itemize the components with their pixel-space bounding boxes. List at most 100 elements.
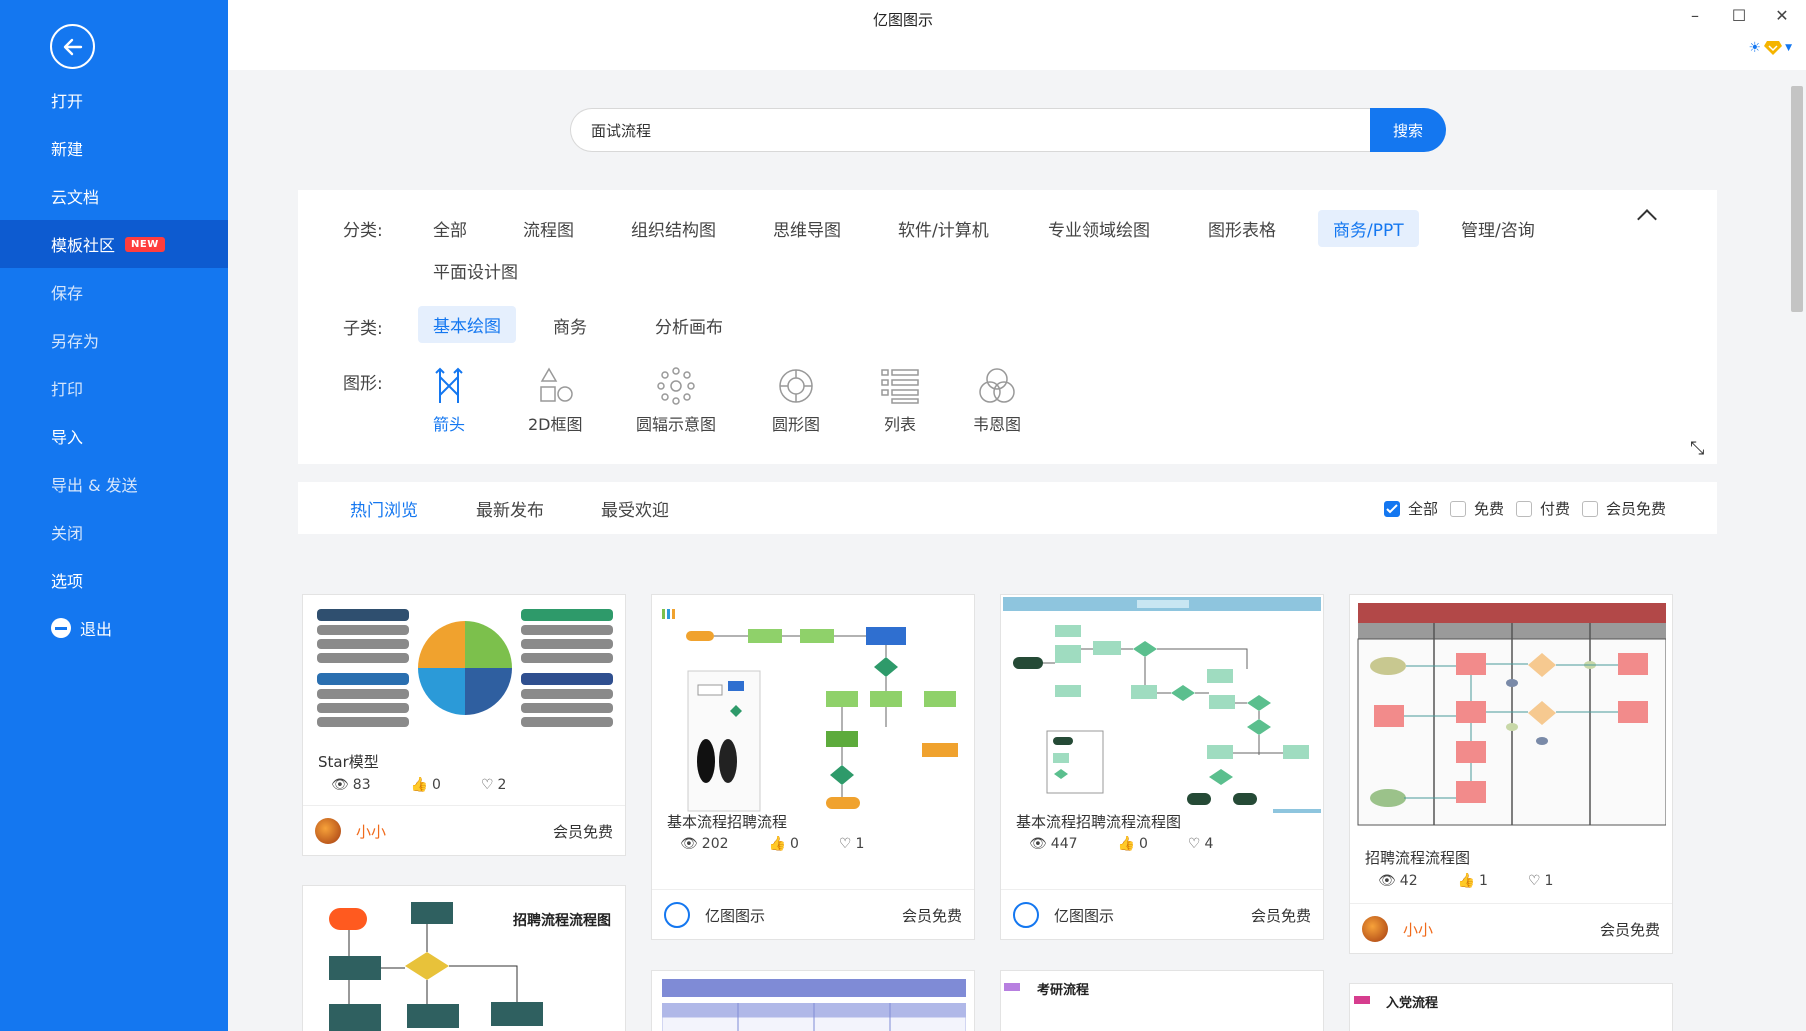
likes-stat[interactable]: 👍 1 — [1458, 873, 1488, 889]
template-card[interactable]: 基本流程招聘流程 👁 202 👍 0 ♡ 1 亿图图示 会员免费 — [651, 594, 975, 940]
sidebar-item-print[interactable]: 打印 — [0, 364, 228, 412]
category-chip[interactable]: 全部 — [418, 211, 482, 246]
shape-venn[interactable]: 韦恩图 — [973, 367, 1021, 435]
sidebar-item-import[interactable]: 导入 — [0, 412, 228, 460]
template-thumbnail[interactable] — [658, 601, 968, 817]
sidebar-item-label: 选项 — [51, 572, 84, 591]
template-card[interactable]: Star模型 👁 83 👍 0 ♡ 2 小小 会员免费 — [302, 594, 626, 856]
sidebar-item-label: 保存 — [51, 284, 84, 303]
shape-arrow[interactable]: 箭头 — [433, 367, 465, 435]
sidebar-item-template-community[interactable]: 模板社区 NEW — [0, 220, 228, 268]
views-stat: 👁 447 — [1029, 836, 1078, 852]
filter-vip-free-checkbox[interactable]: 会员免费 — [1582, 498, 1666, 519]
avatar[interactable] — [1362, 916, 1388, 942]
category-chip-selected[interactable]: 商务/PPT — [1318, 210, 1419, 247]
tab-hot[interactable]: 热门浏览 — [350, 496, 418, 521]
subcategory-chip[interactable]: 商务 — [538, 308, 602, 343]
template-thumbnail[interactable] — [309, 601, 619, 735]
filter-paid-checkbox[interactable]: 付费 — [1516, 498, 1570, 519]
template-card[interactable]: 招聘流程流程图 — [302, 885, 626, 1031]
theme-toggle[interactable]: ☀ ▼ — [1749, 40, 1792, 56]
sidebar-item-label: 模板社区 — [51, 236, 116, 255]
favorites-count: 4 — [1204, 836, 1214, 852]
radial-shape-icon — [657, 367, 695, 405]
favorites-stat[interactable]: ♡ 1 — [839, 836, 864, 852]
author-name[interactable]: 小小 — [356, 821, 386, 842]
template-name[interactable]: Star模型 — [318, 751, 379, 772]
edraw-logo-icon[interactable] — [1013, 902, 1039, 928]
filter-free-checkbox[interactable]: 免费 — [1450, 498, 1504, 519]
shape-2d-block[interactable]: 2D框图 — [528, 367, 583, 435]
edraw-logo-icon[interactable] — [664, 902, 690, 928]
close-button[interactable]: ✕ — [1767, 6, 1797, 25]
template-card[interactable]: 考研流程 — [1000, 970, 1324, 1031]
category-chip[interactable]: 软件/计算机 — [883, 211, 1004, 246]
shape-list[interactable]: 列表 — [880, 367, 920, 435]
category-chip[interactable]: 图形表格 — [1193, 211, 1291, 246]
sidebar-item-cloud[interactable]: 云文档 — [0, 172, 228, 220]
template-thumbnail[interactable] — [1003, 597, 1321, 813]
template-name[interactable]: 招聘流程流程图 — [1365, 847, 1470, 868]
price-label: 会员免费 — [1250, 907, 1311, 925]
favorites-stat[interactable]: ♡ 4 — [1188, 836, 1213, 852]
template-thumbnail[interactable] — [1356, 601, 1666, 831]
scrollbar-thumb[interactable] — [1791, 86, 1803, 312]
favorites-stat[interactable]: ♡ 1 — [1528, 873, 1553, 889]
category-chip[interactable]: 思维导图 — [758, 211, 856, 246]
sidebar-item-label: 退出 — [80, 620, 113, 639]
author-name[interactable]: 小小 — [1403, 919, 1433, 940]
template-card[interactable]: 基本流程招聘流程流程图 👁 447 👍 0 ♡ 4 亿图图示 会员免费 — [1000, 594, 1324, 940]
tab-popular[interactable]: 最受欢迎 — [601, 496, 669, 521]
chevron-down-icon: ▼ — [1785, 43, 1792, 53]
search-input[interactable] — [570, 108, 1370, 152]
subcategory-chip-selected[interactable]: 基本绘图 — [418, 306, 516, 343]
template-stats: 👁 447 👍 0 ♡ 4 — [1029, 836, 1213, 852]
sidebar-item-save-as[interactable]: 另存为 — [0, 316, 228, 364]
subcategory-chip[interactable]: 分析画布 — [640, 308, 738, 343]
category-chip[interactable]: 专业领域绘图 — [1033, 211, 1165, 246]
sidebar-item-new[interactable]: 新建 — [0, 124, 228, 172]
chevron-up-icon[interactable] — [1637, 209, 1657, 229]
search-button[interactable]: 搜索 — [1370, 108, 1446, 152]
likes-stat[interactable]: 👍 0 — [769, 836, 799, 852]
sun-icon: ☀ — [1748, 40, 1762, 56]
shape-circular[interactable]: 圆形图 — [772, 367, 820, 435]
heart-icon: ♡ — [480, 777, 494, 793]
sidebar-item-export[interactable]: 导出 & 发送 — [0, 460, 228, 508]
minimize-button[interactable]: – — [1680, 6, 1710, 25]
shape-radial[interactable]: 圆辐示意图 — [636, 367, 716, 435]
category-chip[interactable]: 管理/咨询 — [1446, 211, 1550, 246]
template-stats: 👁 202 👍 0 ♡ 1 — [680, 836, 864, 852]
sidebar-nav: 打开 新建 云文档 模板社区 NEW 保存 另存为 打印 导入 导出 & 发送 关… — [0, 76, 228, 652]
back-button[interactable] — [50, 24, 95, 69]
template-name[interactable]: 基本流程招聘流程 — [667, 811, 787, 832]
template-name[interactable]: 基本流程招聘流程流程图 — [1016, 811, 1181, 832]
sidebar-item-label: 关闭 — [51, 524, 84, 543]
likes-stat[interactable]: 👍 0 — [1118, 836, 1148, 852]
category-chip[interactable]: 流程图 — [508, 211, 589, 246]
template-card[interactable]: 招聘流程流程图 👁 42 👍 1 ♡ 1 小小 会员免费 — [1349, 594, 1673, 954]
filter-all-checkbox[interactable]: 全部 — [1384, 498, 1438, 519]
avatar[interactable] — [315, 818, 341, 844]
expand-icon[interactable]: ⤡ — [1690, 438, 1704, 459]
thumbnail-marker — [1004, 983, 1020, 991]
author-name[interactable]: 亿图图示 — [705, 905, 765, 926]
likes-stat[interactable]: 👍 0 — [411, 777, 441, 793]
author-name[interactable]: 亿图图示 — [1054, 905, 1114, 926]
template-card[interactable] — [651, 970, 975, 1031]
category-chip[interactable]: 平面设计图 — [418, 253, 533, 288]
favorites-count: 2 — [497, 777, 507, 793]
sidebar-item-options[interactable]: 选项 — [0, 556, 228, 604]
category-chip[interactable]: 组织结构图 — [616, 211, 731, 246]
shape-name: 韦恩图 — [973, 415, 1022, 434]
card-footer: 亿图图示 会员免费 — [1001, 889, 1323, 939]
sidebar-item-save[interactable]: 保存 — [0, 268, 228, 316]
card-footer: 亿图图示 会员免费 — [652, 889, 974, 939]
sidebar-item-exit[interactable]: 退出 — [0, 604, 228, 652]
sidebar-item-open[interactable]: 打开 — [0, 76, 228, 124]
favorites-stat[interactable]: ♡ 2 — [481, 777, 506, 793]
maximize-button[interactable]: ☐ — [1724, 6, 1754, 25]
tab-latest[interactable]: 最新发布 — [476, 496, 544, 521]
template-card[interactable]: 入党流程 — [1349, 983, 1673, 1031]
sidebar-item-close[interactable]: 关闭 — [0, 508, 228, 556]
